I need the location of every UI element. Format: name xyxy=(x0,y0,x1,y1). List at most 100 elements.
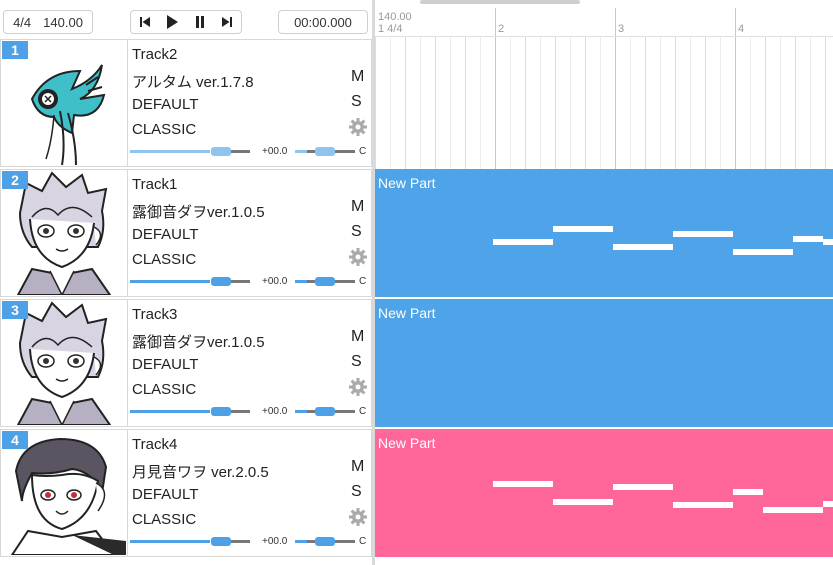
volume-label: +00.0 xyxy=(262,276,288,287)
gear-icon[interactable] xyxy=(349,248,367,266)
pan-knob[interactable] xyxy=(315,277,335,286)
track-name[interactable]: Track1 xyxy=(132,176,177,193)
go-to-end-icon xyxy=(222,17,233,27)
pan-knob[interactable] xyxy=(315,537,335,546)
timeline-area[interactable]: 140.00 1 4/4 2 3 4 New Part New Part New… xyxy=(375,6,833,565)
volume-label: +00.0 xyxy=(262,406,288,417)
renderer-select[interactable]: DEFAULT xyxy=(132,96,198,113)
tempo-marker[interactable]: 140.00 xyxy=(378,11,412,23)
mute-button[interactable]: M xyxy=(351,68,364,86)
note-bar xyxy=(613,244,673,250)
toolbar: 4/4 140.00 00:00.000 xyxy=(0,8,372,38)
tempo-value[interactable]: 140.00 xyxy=(43,15,83,30)
singer-avatar xyxy=(2,301,126,425)
note-bar xyxy=(733,489,763,495)
note-bar xyxy=(553,499,613,505)
track-name[interactable]: Track3 xyxy=(132,306,177,323)
solo-button[interactable]: S xyxy=(351,223,362,241)
playback-position-value: 00:00.000 xyxy=(294,14,352,30)
renderer-select[interactable]: DEFAULT xyxy=(132,356,198,373)
pause-button[interactable] xyxy=(186,11,214,33)
mute-button[interactable]: M xyxy=(351,198,364,216)
solo-button[interactable]: S xyxy=(351,483,362,501)
solo-button[interactable]: S xyxy=(351,353,362,371)
track-number-badge: 3 xyxy=(2,301,28,319)
part-block[interactable]: New Part xyxy=(375,429,833,557)
gear-icon[interactable] xyxy=(349,508,367,526)
volume-knob[interactable] xyxy=(210,537,231,546)
header-divider xyxy=(127,170,128,296)
bar-number: 3 xyxy=(618,23,625,35)
singer-name[interactable]: 露御音ダヲver.1.0.5 xyxy=(132,201,265,222)
track-number-badge: 2 xyxy=(2,171,28,189)
note-bar xyxy=(613,484,673,490)
volume-slider[interactable] xyxy=(130,280,250,283)
renderer-select[interactable]: DEFAULT xyxy=(132,486,198,503)
part-block[interactable]: New Part xyxy=(375,299,833,427)
phonemizer-select[interactable]: CLASSIC xyxy=(132,121,196,138)
part-notes xyxy=(493,481,833,513)
track-header[interactable]: 4 Track4 月見音ワヲ ver.2.0.5 DEFAULT CLASSIC… xyxy=(0,429,372,557)
track-header[interactable]: 2 Track1 露御音ダヲver.1.0.5 DEFAULT CLASSIC … xyxy=(0,169,372,297)
note-bar xyxy=(673,231,733,237)
track-lane[interactable]: New Part xyxy=(375,169,833,297)
horizontal-scrollbar[interactable] xyxy=(420,0,580,4)
header-divider xyxy=(127,430,128,556)
volume-slider[interactable] xyxy=(130,540,250,543)
singer-name[interactable]: 月見音ワヲ ver.2.0.5 xyxy=(132,461,269,482)
note-bar xyxy=(493,481,553,487)
pan-label: C xyxy=(359,276,367,287)
mute-button[interactable]: M xyxy=(351,328,364,346)
track-lane[interactable]: New Part xyxy=(375,299,833,427)
volume-knob[interactable] xyxy=(210,407,231,416)
track-header[interactable]: 3 Track3 露御音ダヲver.1.0.5 DEFAULT CLASSIC … xyxy=(0,299,372,427)
header-divider xyxy=(127,40,128,166)
pan-knob[interactable] xyxy=(315,147,335,156)
track-name[interactable]: Track4 xyxy=(132,436,177,453)
go-to-end-button[interactable] xyxy=(214,11,242,33)
play-icon xyxy=(167,15,179,29)
singer-name[interactable]: アルタム ver.1.7.8 xyxy=(132,71,254,92)
volume-knob[interactable] xyxy=(210,277,231,286)
volume-fill xyxy=(130,540,210,543)
track-name[interactable]: Track2 xyxy=(132,46,177,63)
transport-controls xyxy=(130,10,242,34)
time-signature-tempo-box[interactable]: 4/4 140.00 xyxy=(3,10,93,34)
track-lane[interactable]: New Part xyxy=(375,429,833,557)
singer-name[interactable]: 露御音ダヲver.1.0.5 xyxy=(132,331,265,352)
phonemizer-select[interactable]: CLASSIC xyxy=(132,381,196,398)
volume-label: +00.0 xyxy=(262,536,288,547)
track-number-badge: 4 xyxy=(2,431,28,449)
gear-icon[interactable] xyxy=(349,118,367,136)
track-mixer: +00.0 C xyxy=(130,144,370,158)
volume-slider[interactable] xyxy=(130,150,250,153)
time-signature-value[interactable]: 4/4 xyxy=(13,15,31,30)
bar-number: 4 xyxy=(738,23,745,35)
mute-button[interactable]: M xyxy=(351,458,364,476)
renderer-select[interactable]: DEFAULT xyxy=(132,226,198,243)
pause-icon xyxy=(195,16,204,28)
phonemizer-select[interactable]: CLASSIC xyxy=(132,511,196,528)
playback-position-box[interactable]: 00:00.000 xyxy=(278,10,368,34)
volume-knob[interactable] xyxy=(210,147,231,156)
header-divider xyxy=(127,300,128,426)
go-to-start-button[interactable] xyxy=(131,11,159,33)
note-bar xyxy=(793,236,823,242)
track-mixer: +00.0 C xyxy=(130,274,370,288)
note-bar xyxy=(673,502,733,508)
time-signature-marker[interactable]: 1 4/4 xyxy=(378,23,402,35)
pan-label: C xyxy=(359,536,367,547)
phonemizer-select[interactable]: CLASSIC xyxy=(132,251,196,268)
pan-label: C xyxy=(359,146,367,157)
solo-button[interactable]: S xyxy=(351,93,362,111)
part-label: New Part xyxy=(378,435,436,451)
play-button[interactable] xyxy=(159,11,187,33)
pan-knob[interactable] xyxy=(315,407,335,416)
bar-number: 2 xyxy=(498,23,505,35)
volume-slider[interactable] xyxy=(130,410,250,413)
track-header[interactable]: 1 Track2 アルタム ver.1.7.8 DEFAULT CLASSIC … xyxy=(0,39,372,167)
track-mixer: +00.0 C xyxy=(130,534,370,548)
gear-icon[interactable] xyxy=(349,378,367,396)
pan-label: C xyxy=(359,406,367,417)
part-block[interactable]: New Part xyxy=(375,169,833,297)
